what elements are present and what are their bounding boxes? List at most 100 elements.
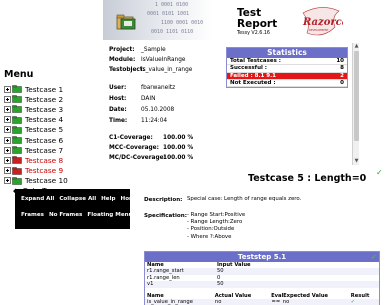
testcase-folder-icon xyxy=(12,85,22,93)
specification-line: - Range Length:Zero xyxy=(187,219,243,226)
user-row: User: fbarwaneitz xyxy=(109,85,175,91)
binary-text: 1100 0001 0010 xyxy=(161,20,204,26)
menu-item-label: Testcase 6 xyxy=(25,135,64,145)
time-label: Time: xyxy=(109,118,128,124)
menu-item-testcase[interactable]: Testcase 9 xyxy=(4,166,128,176)
testcase-folder-icon xyxy=(12,115,22,124)
testcase-folder-icon xyxy=(12,95,22,104)
menu-command-link[interactable]: No Frames xyxy=(49,212,82,218)
menu-command-bar: Expand All Collapse All Help Home Frames No … xyxy=(15,189,139,229)
summary-scrollbar[interactable]: ▲ ▼ xyxy=(352,43,359,165)
input-name: v1 xyxy=(147,281,154,288)
module-label: Module: xyxy=(109,57,136,63)
menu-item-label: Testcase 3 xyxy=(25,104,64,114)
statistics-title: Statistics xyxy=(227,48,347,58)
menu-command-link[interactable]: Expand All xyxy=(21,196,54,202)
menu-item-label: Testcase 4 xyxy=(25,115,64,125)
module-value: IsValueInRange xyxy=(141,57,186,63)
expand-icon[interactable] xyxy=(4,95,11,103)
specification-list: - Range Start:Positive - Range Length:Ze… xyxy=(187,212,245,241)
mcdc-coverage-value: 100.00 % xyxy=(163,155,194,161)
statistics-row-label: Successful : xyxy=(230,65,267,72)
menu-item-label: Testcase 8 xyxy=(25,155,64,165)
report-header: 1 0001 0100 0001 0101 1001 1100 0001 001… xyxy=(103,0,385,43)
testcase-folder-icon xyxy=(12,177,22,185)
project-label: Project: xyxy=(109,47,135,53)
teststep-title-text: Teststep 5.1 xyxy=(237,253,287,261)
date-label: Date: xyxy=(109,107,127,113)
description-label: Description: xyxy=(144,197,183,203)
expand-icon[interactable] xyxy=(4,156,11,164)
specification-line: - Range Start:Positive xyxy=(187,212,246,218)
specification-line: - Position:Outside xyxy=(187,226,235,233)
output-row: is_value_in_range no == no ✓ xyxy=(145,298,379,305)
menu-item-label: Testcase 2 xyxy=(25,94,64,104)
statistics-row-value: 8 xyxy=(340,65,344,72)
project-row: Project: _Sample xyxy=(109,47,166,53)
menu-command-link[interactable]: Floating Menu xyxy=(87,212,132,218)
testobject-row: Testobject: is_value_in_range xyxy=(109,67,192,73)
menu-item-label: Testcase 10 xyxy=(25,176,68,186)
report-title: Test Report xyxy=(237,8,277,29)
testcase-folder-icon xyxy=(12,136,22,144)
scroll-up-icon[interactable]: ▲ xyxy=(353,43,360,50)
report-folder-icon xyxy=(116,14,136,30)
menu-title: Menu xyxy=(4,69,34,80)
statistics-row-label: Not Executed : xyxy=(230,79,276,86)
expand-icon[interactable] xyxy=(4,126,11,134)
binary-text: 1 0001 0100 xyxy=(155,2,189,8)
specification-label: Specification: xyxy=(144,213,187,219)
scrollbar-thumb[interactable] xyxy=(354,51,359,141)
report-title-line-1: Test xyxy=(237,7,262,19)
c1-coverage-row: C1-Coverage: 100.00 % xyxy=(109,135,193,141)
menu-command-link[interactable]: Help xyxy=(101,196,115,202)
menu-item-label: Testcase 5 xyxy=(25,125,64,135)
expand-icon[interactable] xyxy=(4,136,11,144)
user-label: User: xyxy=(109,85,127,91)
report-title-line-2: Report xyxy=(237,17,278,30)
binary-text: 0001 0101 1001 xyxy=(147,11,190,17)
testobject-label: Testobject: xyxy=(109,67,145,73)
output-actual-value: no xyxy=(214,298,222,305)
output-expected-value: no xyxy=(282,298,290,305)
input-value: 50 xyxy=(217,281,224,288)
svg-text:DEVELOPMENT: DEVELOPMENT xyxy=(309,28,329,32)
testcase-pass-check-icon: ✓ xyxy=(376,168,383,177)
module-row: Module: IsValueInRange xyxy=(109,57,185,63)
expand-icon[interactable] xyxy=(4,146,11,154)
report-version: Tessy V2.6.16 xyxy=(237,31,270,36)
testcase-title: Testcase 5 : Length=0 xyxy=(248,173,367,184)
user-value: fbarwaneitz xyxy=(141,85,176,91)
host-label: Host: xyxy=(109,96,127,102)
output-result-check-icon: ✓ xyxy=(350,298,356,305)
binary-text: 0010 1101 0110 xyxy=(151,29,194,35)
scroll-down-icon[interactable]: ▼ xyxy=(353,158,360,165)
binary-banner: 1 0001 0100 0001 0101 1001 1100 0001 001… xyxy=(103,0,213,40)
svg-text:Razorcat: Razorcat xyxy=(302,17,343,28)
expand-icon[interactable] xyxy=(4,85,11,93)
menu-command-link[interactable]: Collapse All xyxy=(59,196,96,202)
menu-item-label: Testcase 9 xyxy=(25,166,64,176)
c1-coverage-value: 100.00 % xyxy=(163,135,194,141)
statistics-table: Statistics Total Testcases :10 Successful… xyxy=(226,47,348,89)
testcase-folder-icon xyxy=(12,146,22,154)
menu-bar-row-1: Expand All Collapse All Help Home xyxy=(21,196,144,202)
expand-icon[interactable] xyxy=(4,167,11,175)
testcase-folder-icon xyxy=(12,156,22,165)
time-value: 11:24:04 xyxy=(141,118,168,124)
expand-icon[interactable] xyxy=(4,105,11,113)
statistics-row-value: 2 xyxy=(340,72,344,79)
menu-command-link[interactable]: Home xyxy=(121,196,139,202)
menu-bar-row-2: Frames No Frames Floating Menu xyxy=(21,212,138,218)
statistics-row-label: Total Testcases : xyxy=(230,58,281,64)
mcdc-coverage-row: MC/DC-Coverage: 100.00 % xyxy=(109,155,193,161)
statistics-row-value: 0 xyxy=(340,79,344,86)
menu-item-testcase[interactable]: Testcase 10 xyxy=(4,176,128,186)
menu-command-link[interactable]: Frames xyxy=(21,212,44,218)
host-value: DAIN xyxy=(141,96,156,102)
mcdc-coverage-label: MC/DC-Coverage: xyxy=(109,155,166,161)
expand-icon[interactable] xyxy=(4,177,11,185)
mcc-coverage-row: MCC-Coverage: 100.00 % xyxy=(109,145,193,151)
output-name: is_value_in_range xyxy=(147,298,193,305)
expand-icon[interactable] xyxy=(4,116,11,124)
